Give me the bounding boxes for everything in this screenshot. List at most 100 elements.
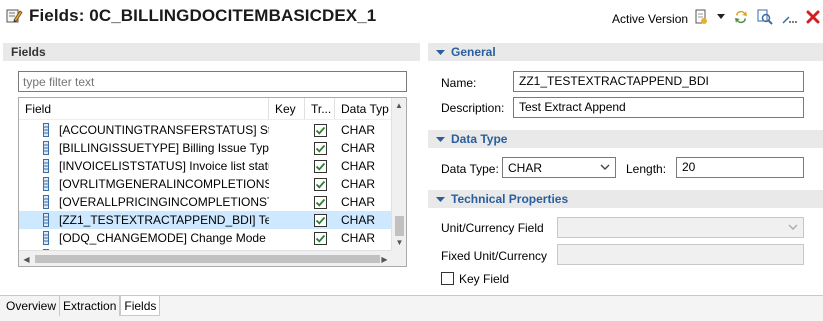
- editor-tabs: Overview Extraction Fields: [3, 296, 161, 316]
- name-label: Name:: [441, 76, 477, 90]
- description-label: Description:: [441, 101, 505, 115]
- table-row[interactable]: [ZZ1_TESTEXTRACTAPPEND_BDI] Test Ex CHAR: [19, 211, 392, 229]
- name-field[interactable]: ZZ1_TESTEXTRACTAPPEND_BDI: [513, 71, 804, 92]
- fields-section-title: Fields: [3, 43, 420, 61]
- field-name: [ACCOUNTINGTRANSFERSTATUS] Statu: [59, 123, 269, 137]
- table-row[interactable]: [OVERALLPRICINGINCOMPLETIONSTS CHAR: [19, 193, 392, 211]
- field-name: [OVRLITMGENERALINCOMPLETIONSTS: [59, 177, 269, 191]
- key-field-checkbox[interactable]: [441, 272, 454, 285]
- transfer-cell: [305, 195, 335, 209]
- checkmark-icon: [315, 162, 325, 171]
- transfer-cell: [305, 123, 335, 137]
- editor-header: Fields: 0C_BILLINGDOCITEMBASICDEX_1 Acti…: [0, 0, 823, 40]
- checkmark-icon: [315, 216, 325, 225]
- transfer-checkbox[interactable]: [313, 141, 327, 155]
- data-type-section-title: Data Type: [451, 132, 508, 146]
- checkmark-icon: [315, 180, 325, 189]
- key-field-label: Key Field: [459, 272, 510, 286]
- data-type-cell: CHAR: [341, 123, 376, 137]
- data-type-cell: CHAR: [341, 141, 376, 155]
- transfer-checkbox[interactable]: [313, 231, 327, 245]
- transfer-checkbox[interactable]: [313, 213, 327, 227]
- technical-section-header[interactable]: Technical Properties: [428, 190, 823, 208]
- fields-table: Field Key Tr... Data Typ [ACCOUNTINGTRAN…: [18, 97, 407, 267]
- scroll-right-icon[interactable]: ▶: [377, 251, 392, 266]
- checkmark-icon: [315, 234, 325, 243]
- checkmark-icon: [315, 198, 325, 207]
- data-type-cell: CHAR: [341, 231, 376, 245]
- data-type-section-header[interactable]: Data Type: [428, 130, 823, 148]
- collapse-triangle-icon: [436, 136, 445, 142]
- scroll-up-icon[interactable]: ▲: [392, 98, 406, 113]
- tab-overview[interactable]: Overview: [3, 296, 61, 316]
- length-field[interactable]: 20: [676, 157, 804, 178]
- field-cell: [ACCOUNTINGTRANSFERSTATUS] Statu: [19, 123, 269, 137]
- table-row[interactable]: [ODQ_CHANGEMODE] Change Mode fo CHAR: [19, 229, 392, 247]
- unit-currency-label: Unit/Currency Field: [441, 221, 544, 235]
- transfer-checkbox[interactable]: [313, 123, 327, 137]
- editor-tabs-bar: Overview Extraction Fields: [0, 295, 823, 321]
- chevron-down-icon: [600, 164, 610, 170]
- horizontal-scrollbar[interactable]: ◀ ▶: [19, 250, 406, 266]
- table-row[interactable]: [BILLINGISSUETYPE] Billing Issue Type CHA…: [19, 139, 392, 157]
- field-cell: [ZZ1_TESTEXTRACTAPPEND_BDI] Test Ex: [19, 213, 269, 227]
- close-red-x-icon[interactable]: [805, 9, 821, 25]
- transfer-cell: [305, 177, 335, 191]
- column-header-transfer[interactable]: Tr...: [305, 98, 335, 119]
- table-rows: [ACCOUNTINGTRANSFERSTATUS] Statu CHAR [BIL…: [19, 121, 392, 265]
- unit-currency-select[interactable]: [557, 217, 804, 238]
- field-cell: [OVERALLPRICINGINCOMPLETIONSTS: [19, 195, 269, 209]
- filter-input[interactable]: [18, 71, 407, 92]
- title-area: Fields: 0C_BILLINGDOCITEMBASICDEX_1: [5, 6, 376, 26]
- transfer-checkbox[interactable]: [313, 159, 327, 173]
- scroll-left-icon[interactable]: ◀: [19, 251, 34, 266]
- find-icon[interactable]: [757, 9, 773, 25]
- table-row[interactable]: [OVRLITMGENERALINCOMPLETIONSTS CHAR: [19, 175, 392, 193]
- tab-fields[interactable]: Fields: [120, 296, 161, 316]
- length-label: Length:: [626, 162, 667, 176]
- vertical-scrollbar[interactable]: ▲ ▼: [391, 98, 406, 250]
- column-header-field[interactable]: Field: [19, 98, 269, 119]
- refresh-swap-icon[interactable]: [733, 9, 749, 25]
- transfer-cell: [305, 213, 335, 227]
- table-header: Field Key Tr... Data Typ: [19, 98, 392, 120]
- chevron-down-icon: [788, 224, 798, 230]
- column-header-data-type[interactable]: Data Typ: [335, 98, 392, 119]
- field-column-icon: [43, 177, 49, 191]
- table-row[interactable]: [ACCOUNTINGTRANSFERSTATUS] Statu CHAR: [19, 121, 392, 139]
- scroll-corner: [391, 250, 406, 266]
- collapse-triangle-icon: [436, 196, 445, 202]
- general-section-title: General: [451, 45, 496, 59]
- more-icon[interactable]: [781, 9, 797, 25]
- header-toolbar: ?: [693, 9, 823, 25]
- technical-section-title: Technical Properties: [451, 192, 569, 206]
- field-column-icon: [43, 123, 49, 137]
- checkmark-icon: [315, 144, 325, 153]
- field-name: [ODQ_CHANGEMODE] Change Mode fo: [59, 231, 269, 245]
- description-field[interactable]: Test Extract Append: [513, 97, 804, 118]
- version-document-icon[interactable]: [693, 9, 709, 25]
- field-name: [INVOICELISTSTATUS] Invoice list status: [59, 159, 269, 173]
- field-cell: [ODQ_CHANGEMODE] Change Mode fo: [19, 231, 269, 245]
- transfer-cell: [305, 141, 335, 155]
- general-section-header[interactable]: General: [428, 43, 823, 61]
- column-header-key[interactable]: Key: [269, 98, 305, 119]
- field-name: [BILLINGISSUETYPE] Billing Issue Type: [59, 141, 269, 155]
- active-version-label: Active Version: [612, 12, 689, 26]
- data-type-cell: CHAR: [341, 213, 376, 227]
- collapse-triangle-icon: [436, 49, 445, 55]
- transfer-checkbox[interactable]: [313, 195, 327, 209]
- tab-extraction[interactable]: Extraction: [60, 296, 121, 316]
- transfer-checkbox[interactable]: [313, 177, 327, 191]
- field-column-icon: [43, 213, 49, 227]
- horizontal-scroll-thumb[interactable]: [35, 255, 380, 263]
- transfer-cell: [305, 231, 335, 245]
- table-row[interactable]: [INVOICELISTSTATUS] Invoice list status C…: [19, 157, 392, 175]
- data-type-select[interactable]: CHAR: [502, 157, 616, 178]
- fields-panel: Fields Field Key Tr... Data Typ [ACCOUNT…: [3, 43, 420, 293]
- vertical-scroll-thumb[interactable]: [395, 216, 404, 236]
- chevron-down-icon[interactable]: [717, 9, 725, 25]
- fixed-unit-field[interactable]: [557, 244, 804, 265]
- field-name: [OVERALLPRICINGINCOMPLETIONSTS: [59, 195, 269, 209]
- scroll-down-icon[interactable]: ▼: [392, 235, 406, 250]
